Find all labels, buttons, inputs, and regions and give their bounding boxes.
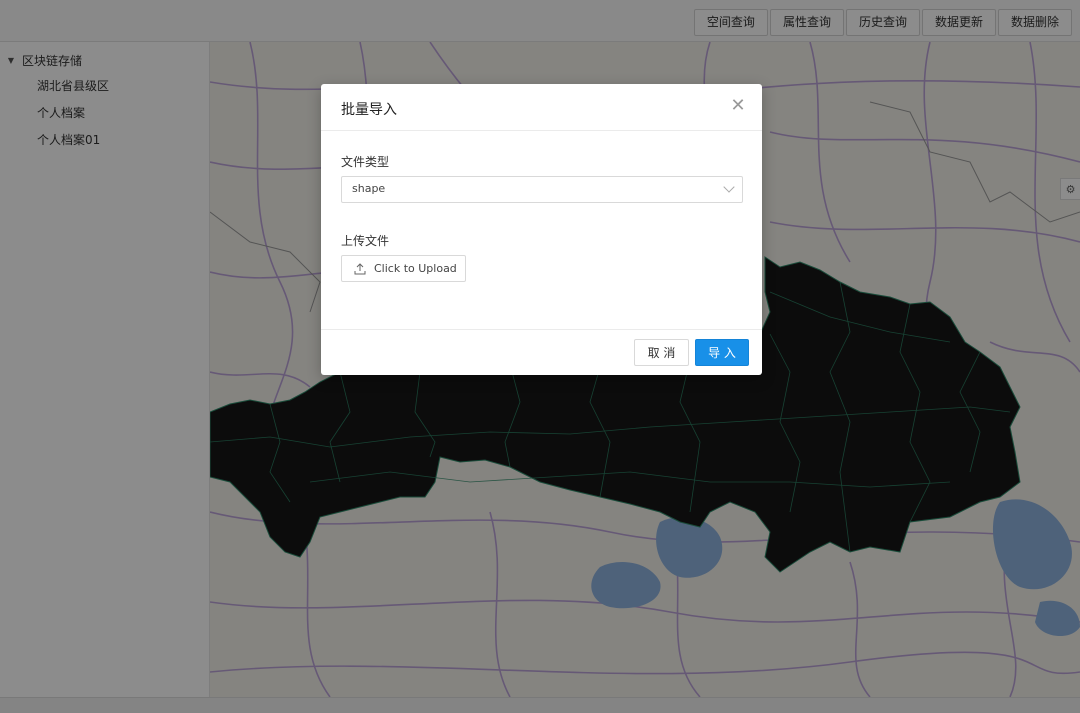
file-type-value: shape bbox=[352, 182, 386, 195]
upload-icon bbox=[354, 262, 366, 274]
batch-import-dialog: 批量导入 ✕ 文件类型 shape 上传文件 Click to Upload 取… bbox=[321, 84, 762, 375]
upload-button[interactable]: Click to Upload bbox=[341, 255, 466, 282]
file-type-label: 文件类型 bbox=[341, 155, 390, 169]
close-icon[interactable]: ✕ bbox=[728, 96, 748, 116]
dialog-title: 批量导入 bbox=[341, 102, 397, 118]
cancel-button[interactable]: 取 消 bbox=[634, 339, 689, 366]
dialog-header: 批量导入 ✕ bbox=[321, 84, 762, 131]
import-button[interactable]: 导 入 bbox=[695, 339, 749, 366]
chevron-down-icon bbox=[723, 181, 735, 193]
upload-button-label: Click to Upload bbox=[374, 262, 457, 275]
dialog-footer: 取 消 导 入 bbox=[321, 329, 762, 375]
file-type-select[interactable]: shape bbox=[341, 176, 743, 203]
upload-file-label: 上传文件 bbox=[341, 234, 390, 248]
